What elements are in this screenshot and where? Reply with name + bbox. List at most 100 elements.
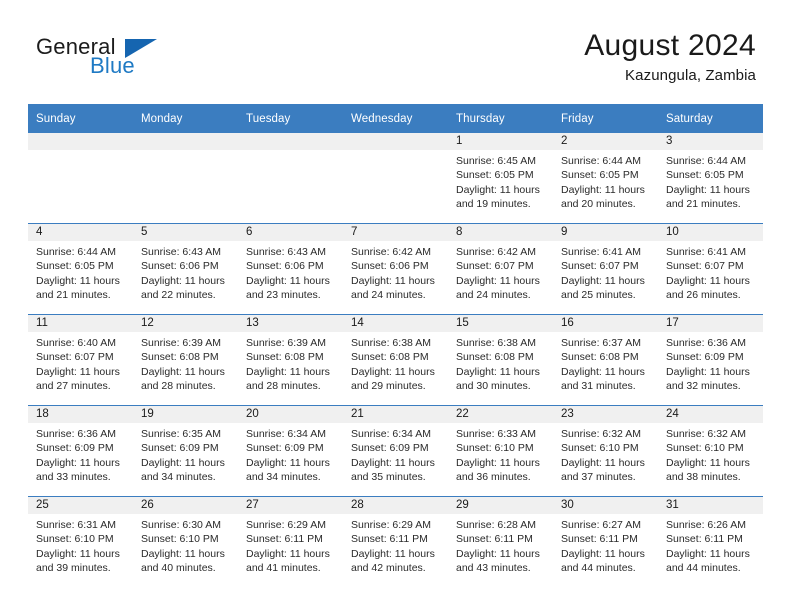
sunset-time: Sunset: 6:11 PM bbox=[456, 533, 533, 546]
calendar-cell-empty bbox=[238, 133, 343, 224]
day-details: Sunrise: 6:44 AM Sunset: 6:05 PM Daylight:… bbox=[553, 150, 658, 211]
calendar-day-cell[interactable]: 23 Sunrise: 6:32 AM Sunset: 6:10 PM Dayligh… bbox=[553, 405, 658, 497]
sunrise-time: Sunrise: 6:41 AM bbox=[666, 246, 746, 258]
sunrise-time: Sunrise: 6:35 AM bbox=[141, 428, 221, 440]
day-details: Sunrise: 6:42 AM Sunset: 6:07 PM Daylight:… bbox=[448, 241, 553, 302]
calendar-day-cell[interactable]: 26 Sunrise: 6:30 AM Sunset: 6:10 PM Dayligh… bbox=[133, 496, 238, 587]
day-details: Sunrise: 6:40 AM Sunset: 6:07 PM Daylight:… bbox=[28, 332, 133, 393]
day-details: Sunrise: 6:41 AM Sunset: 6:07 PM Daylight:… bbox=[658, 241, 763, 302]
day-number: 4 bbox=[28, 224, 133, 241]
calendar-day-cell[interactable]: 11 Sunrise: 6:40 AM Sunset: 6:07 PM Dayligh… bbox=[28, 314, 133, 406]
calendar-day-cell[interactable]: 13 Sunrise: 6:39 AM Sunset: 6:08 PM Dayligh… bbox=[238, 314, 343, 406]
sunset-time: Sunset: 6:11 PM bbox=[666, 533, 743, 546]
page-subtitle: Kazungula, Zambia bbox=[625, 67, 756, 85]
day-number: 21 bbox=[343, 406, 448, 423]
daylight-duration-line1: Daylight: 11 hours bbox=[666, 547, 750, 560]
calendar-day-cell[interactable]: 30 Sunrise: 6:27 AM Sunset: 6:11 PM Dayligh… bbox=[553, 496, 658, 587]
sunrise-time: Sunrise: 6:29 AM bbox=[246, 519, 326, 531]
calendar-day-cell[interactable]: 27 Sunrise: 6:29 AM Sunset: 6:11 PM Dayligh… bbox=[238, 496, 343, 587]
calendar-day-cell[interactable]: 7 Sunrise: 6:42 AM Sunset: 6:06 PM Daylight… bbox=[343, 223, 448, 315]
day-number: 20 bbox=[238, 406, 343, 423]
sunrise-time: Sunrise: 6:36 AM bbox=[666, 337, 746, 349]
calendar-day-cell[interactable]: 5 Sunrise: 6:43 AM Sunset: 6:06 PM Daylight… bbox=[133, 223, 238, 315]
calendar-day-cell[interactable]: 2 Sunrise: 6:44 AM Sunset: 6:05 PM Daylight… bbox=[553, 133, 658, 224]
sunrise-time: Sunrise: 6:26 AM bbox=[666, 519, 746, 531]
weekday-header-row: Sunday Monday Tuesday Wednesday Thursday… bbox=[28, 104, 763, 133]
sunset-time: Sunset: 6:10 PM bbox=[141, 533, 219, 546]
daylight-duration-line1: Daylight: 11 hours bbox=[246, 547, 330, 560]
day-number: 13 bbox=[238, 315, 343, 332]
sunrise-time: Sunrise: 6:43 AM bbox=[246, 246, 326, 258]
daylight-duration-line2: and 23 minutes. bbox=[246, 288, 321, 301]
daylight-duration-line2: and 39 minutes. bbox=[36, 561, 111, 574]
sunrise-time: Sunrise: 6:44 AM bbox=[561, 155, 641, 167]
calendar-day-cell[interactable]: 14 Sunrise: 6:38 AM Sunset: 6:08 PM Dayligh… bbox=[343, 314, 448, 406]
sunrise-time: Sunrise: 6:36 AM bbox=[36, 428, 116, 440]
daylight-duration-line2: and 34 minutes. bbox=[141, 470, 216, 483]
sunrise-time: Sunrise: 6:45 AM bbox=[456, 155, 536, 167]
calendar-day-cell[interactable]: 8 Sunrise: 6:42 AM Sunset: 6:07 PM Daylight… bbox=[448, 223, 553, 315]
calendar-day-cell[interactable]: 16 Sunrise: 6:37 AM Sunset: 6:08 PM Dayligh… bbox=[553, 314, 658, 406]
daylight-duration-line2: and 26 minutes. bbox=[666, 288, 741, 301]
daylight-duration-line2: and 28 minutes. bbox=[141, 379, 216, 392]
weekday-header-wednesday: Wednesday bbox=[343, 104, 448, 133]
daylight-duration-line2: and 38 minutes. bbox=[666, 470, 741, 483]
daylight-duration-line1: Daylight: 11 hours bbox=[141, 365, 225, 378]
calendar-day-cell[interactable]: 22 Sunrise: 6:33 AM Sunset: 6:10 PM Dayligh… bbox=[448, 405, 553, 497]
daylight-duration-line1: Daylight: 11 hours bbox=[141, 456, 225, 469]
sunrise-time: Sunrise: 6:32 AM bbox=[666, 428, 746, 440]
page-header: General Blue August 2024 Kazungula, Zamb… bbox=[0, 0, 792, 100]
day-details: Sunrise: 6:34 AM Sunset: 6:09 PM Daylight:… bbox=[238, 423, 343, 484]
brand-word-blue: Blue bbox=[90, 53, 135, 78]
calendar-day-cell[interactable]: 25 Sunrise: 6:31 AM Sunset: 6:10 PM Dayligh… bbox=[28, 496, 133, 587]
day-details: Sunrise: 6:44 AM Sunset: 6:05 PM Daylight:… bbox=[658, 150, 763, 211]
sunset-time: Sunset: 6:10 PM bbox=[36, 533, 114, 546]
day-details: Sunrise: 6:31 AM Sunset: 6:10 PM Daylight:… bbox=[28, 514, 133, 575]
calendar-day-cell[interactable]: 18 Sunrise: 6:36 AM Sunset: 6:09 PM Dayligh… bbox=[28, 405, 133, 497]
weekday-header-sunday: Sunday bbox=[28, 104, 133, 133]
sunrise-time: Sunrise: 6:40 AM bbox=[36, 337, 116, 349]
day-number bbox=[133, 133, 238, 150]
calendar-day-cell[interactable]: 31 Sunrise: 6:26 AM Sunset: 6:11 PM Dayligh… bbox=[658, 496, 763, 587]
daylight-duration-line2: and 35 minutes. bbox=[351, 470, 426, 483]
daylight-duration-line2: and 28 minutes. bbox=[246, 379, 321, 392]
calendar-day-cell[interactable]: 20 Sunrise: 6:34 AM Sunset: 6:09 PM Dayligh… bbox=[238, 405, 343, 497]
day-number: 5 bbox=[133, 224, 238, 241]
calendar-day-cell[interactable]: 24 Sunrise: 6:32 AM Sunset: 6:10 PM Dayligh… bbox=[658, 405, 763, 497]
daylight-duration-line2: and 21 minutes. bbox=[666, 197, 741, 210]
sunset-time: Sunset: 6:05 PM bbox=[666, 169, 744, 182]
calendar-day-cell[interactable]: 10 Sunrise: 6:41 AM Sunset: 6:07 PM Dayligh… bbox=[658, 223, 763, 315]
day-number: 30 bbox=[553, 497, 658, 514]
day-details: Sunrise: 6:43 AM Sunset: 6:06 PM Daylight:… bbox=[133, 241, 238, 302]
calendar-day-cell[interactable]: 19 Sunrise: 6:35 AM Sunset: 6:09 PM Dayligh… bbox=[133, 405, 238, 497]
sunrise-time: Sunrise: 6:32 AM bbox=[561, 428, 641, 440]
calendar-day-cell[interactable]: 12 Sunrise: 6:39 AM Sunset: 6:08 PM Dayligh… bbox=[133, 314, 238, 406]
daylight-duration-line1: Daylight: 11 hours bbox=[246, 274, 330, 287]
day-number: 18 bbox=[28, 406, 133, 423]
calendar-cell-empty bbox=[343, 133, 448, 224]
calendar-day-cell[interactable]: 17 Sunrise: 6:36 AM Sunset: 6:09 PM Dayligh… bbox=[658, 314, 763, 406]
daylight-duration-line2: and 44 minutes. bbox=[666, 561, 741, 574]
sunset-time: Sunset: 6:09 PM bbox=[666, 351, 744, 364]
calendar-day-cell[interactable]: 6 Sunrise: 6:43 AM Sunset: 6:06 PM Daylight… bbox=[238, 223, 343, 315]
sunrise-time: Sunrise: 6:41 AM bbox=[561, 246, 641, 258]
calendar-day-cell[interactable]: 29 Sunrise: 6:28 AM Sunset: 6:11 PM Dayligh… bbox=[448, 496, 553, 587]
calendar-day-cell[interactable]: 1 Sunrise: 6:45 AM Sunset: 6:05 PM Daylight… bbox=[448, 133, 553, 224]
weekday-header-thursday: Thursday bbox=[448, 104, 553, 133]
calendar-body: 1 Sunrise: 6:45 AM Sunset: 6:05 PM Daylight… bbox=[28, 133, 763, 587]
calendar-day-cell[interactable]: 9 Sunrise: 6:41 AM Sunset: 6:07 PM Daylight… bbox=[553, 223, 658, 315]
sunset-time: Sunset: 6:05 PM bbox=[561, 169, 639, 182]
calendar-day-cell[interactable]: 15 Sunrise: 6:38 AM Sunset: 6:08 PM Dayligh… bbox=[448, 314, 553, 406]
day-number: 29 bbox=[448, 497, 553, 514]
weekday-header-tuesday: Tuesday bbox=[238, 104, 343, 133]
sunrise-time: Sunrise: 6:38 AM bbox=[351, 337, 431, 349]
day-details: Sunrise: 6:34 AM Sunset: 6:09 PM Daylight:… bbox=[343, 423, 448, 484]
calendar-day-cell[interactable]: 28 Sunrise: 6:29 AM Sunset: 6:11 PM Dayligh… bbox=[343, 496, 448, 587]
calendar-day-cell[interactable]: 4 Sunrise: 6:44 AM Sunset: 6:05 PM Daylight… bbox=[28, 223, 133, 315]
sunset-time: Sunset: 6:11 PM bbox=[351, 533, 428, 546]
calendar-day-cell[interactable]: 3 Sunrise: 6:44 AM Sunset: 6:05 PM Daylight… bbox=[658, 133, 763, 224]
calendar-day-cell[interactable]: 21 Sunrise: 6:34 AM Sunset: 6:09 PM Dayligh… bbox=[343, 405, 448, 497]
daylight-duration-line1: Daylight: 11 hours bbox=[351, 274, 435, 287]
sunrise-time: Sunrise: 6:30 AM bbox=[141, 519, 221, 531]
brand-logo[interactable]: General Blue bbox=[36, 36, 216, 84]
